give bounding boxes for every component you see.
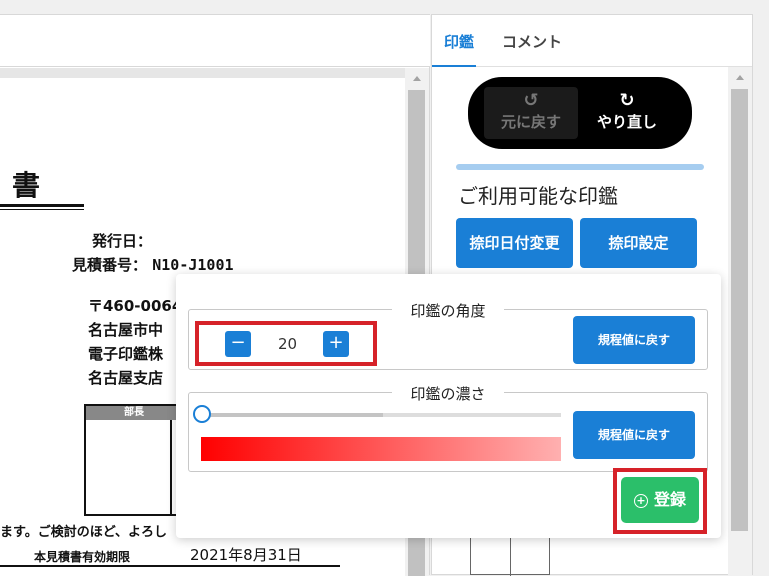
active-tab-indicator [432, 65, 476, 67]
validity-underline [0, 565, 340, 567]
stamp-settings-popup: 印鑑の角度 − 20 + 規程値に戻す 印鑑の濃さ 規程値に戻す + 登録 [176, 274, 721, 538]
stamp-date-change-button[interactable]: 捺印日付変更 [456, 218, 573, 268]
issue-date-label: 発行日： [92, 232, 153, 250]
estimate-number-label-text: 見積番号： [72, 256, 148, 274]
angle-fieldset: 印鑑の角度 − 20 + 規程値に戻す [188, 302, 708, 370]
tab-stamp[interactable]: 印鑑 [444, 31, 474, 52]
density-slider-thumb[interactable] [193, 405, 211, 423]
estimate-number-value: N10-J1001 [152, 256, 234, 274]
redo-label: やり直し [596, 113, 657, 131]
validity-date: 2021年8月31日 [190, 546, 302, 564]
document-title: 書 [12, 169, 41, 202]
redo-button[interactable]: ↻ やり直し [580, 87, 674, 139]
stamp-header: 部長 [86, 406, 182, 420]
available-stamps-title: ご利用可能な印鑑 [458, 184, 618, 208]
angle-legend-text: 印鑑の角度 [392, 302, 504, 320]
validity-label: 本見積書有効期限 [34, 550, 131, 564]
plus-circle-icon: + [633, 494, 648, 508]
approval-stamp-table: 部長 [84, 404, 184, 516]
sidebar-scrollbar-thumb[interactable] [731, 89, 748, 531]
undo-icon: ↺ [523, 90, 539, 111]
undo-label: 元に戻す [500, 113, 561, 131]
address-line-3: 名古屋支店 [88, 369, 164, 387]
angle-increment-button[interactable]: + [323, 331, 349, 357]
redo-icon: ↻ [619, 90, 635, 111]
angle-decrement-button[interactable]: − [225, 331, 251, 357]
address-line-1: 名古屋市中 [88, 321, 164, 339]
register-label: 登録 [653, 490, 686, 509]
density-fieldset: 印鑑の濃さ 規程値に戻す [188, 385, 708, 472]
stamp-divider [170, 420, 172, 516]
scroll-up-arrow-icon[interactable] [413, 76, 421, 81]
density-legend: 印鑑の濃さ [189, 383, 707, 404]
divider-bar [456, 164, 704, 170]
address-line-2: 電子印鑑株 [88, 345, 164, 363]
title-underline [0, 204, 84, 207]
estimate-number-label: 見積番号： N10-J1001 [72, 254, 234, 275]
tab-separator [432, 66, 752, 67]
angle-value[interactable]: 20 [278, 335, 297, 353]
sidebar-scrollbar[interactable] [728, 67, 752, 576]
stamp-settings-button[interactable]: 捺印設定 [580, 218, 697, 268]
density-reset-button[interactable]: 規程値に戻す [573, 411, 695, 459]
density-legend-text: 印鑑の濃さ [392, 385, 504, 403]
density-slider-fill [203, 413, 383, 417]
tab-comment[interactable]: コメント [502, 31, 562, 52]
postal-code: 〒460-0064 [88, 297, 176, 315]
sidebar-scroll-up-arrow-icon[interactable] [736, 75, 744, 80]
undo-redo-group: ↺ 元に戻す ↻ やり直し [468, 77, 692, 149]
stamp-preview-divider [510, 532, 511, 576]
closing-text: ます。ご検討のほど、よろし [0, 525, 168, 540]
undo-button[interactable]: ↺ 元に戻す [484, 87, 578, 139]
document-toolbar [0, 15, 430, 67]
register-button[interactable]: + 登録 [621, 477, 699, 523]
density-gradient-bar [201, 437, 561, 461]
title-underline-thin [0, 209, 84, 210]
angle-reset-button[interactable]: 規程値に戻す [573, 316, 695, 364]
